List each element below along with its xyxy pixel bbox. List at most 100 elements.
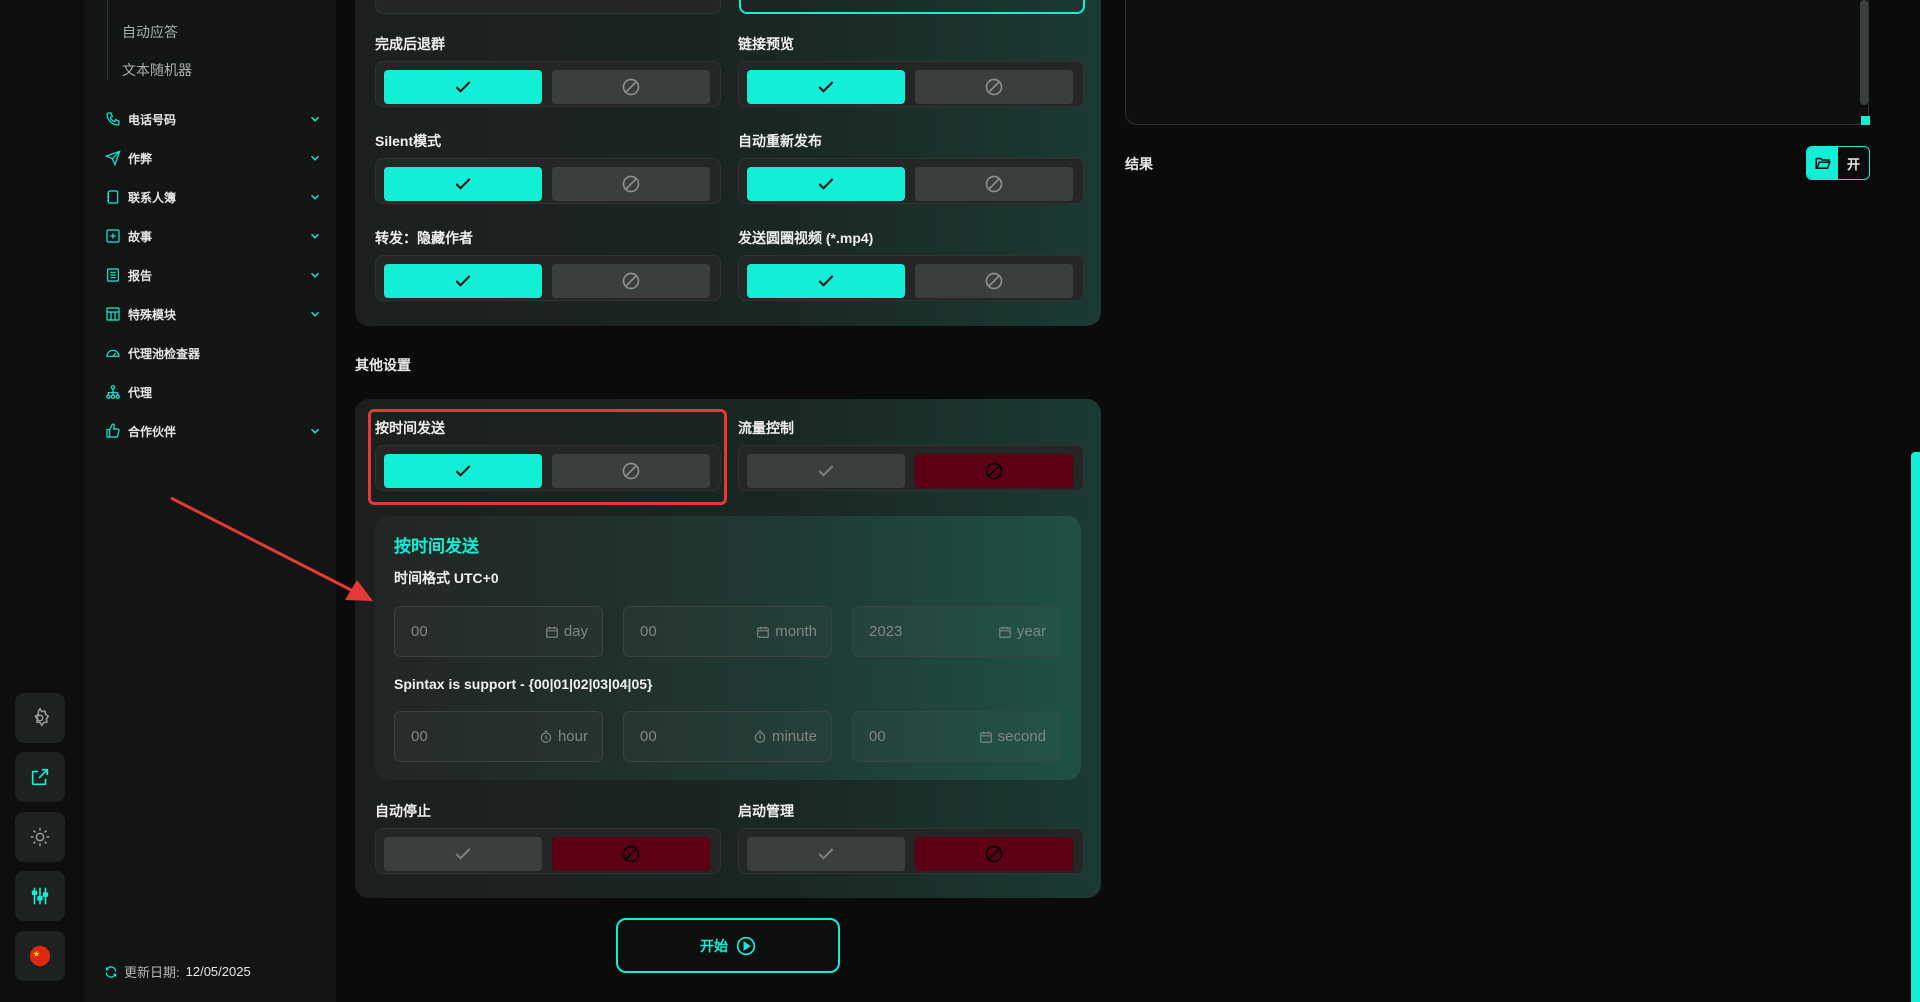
link-preview-label: 链接预览 [738,36,794,52]
sliders-button[interactable] [15,871,65,921]
minute-field[interactable]: 00 minute [623,711,832,762]
link-preview-yes[interactable] [747,70,905,104]
traffic-control-yes[interactable] [747,454,905,488]
folder-open-icon [1807,147,1838,179]
check-icon [455,848,471,860]
ban-icon [985,845,1003,863]
page-scrollbar[interactable] [1911,452,1920,1002]
launch-management-toggle [738,828,1084,874]
auto-republish-yes[interactable] [747,167,905,201]
calendar-icon [998,626,1011,638]
ban-icon [622,845,640,863]
sidebar-item-proxy-checker[interactable]: 代理池检查器 [104,341,322,365]
send-round-video-label: 发送圆圈视频 (*.mp4) [738,230,874,246]
sidebar-subitem-text-randomizer[interactable]: 文本随机器 [122,60,192,80]
leave-group-no[interactable] [552,70,710,104]
forward-hide-author-no[interactable] [552,264,710,298]
sidebar-item-label: 代理 [128,385,153,400]
sidebar-item-label: 代理池检查器 [128,346,201,361]
theme-button[interactable] [15,812,65,862]
ban-icon [622,175,640,193]
month-value: 00 [640,623,657,640]
second-field[interactable]: 00 second [852,711,1061,762]
option-button-partial[interactable] [739,0,1085,14]
auto-republish-toggle [738,158,1084,204]
forward-hide-author-toggle [375,255,721,301]
minute-unit: minute [771,728,817,745]
chevron-down-icon [311,233,319,239]
leave-group-yes[interactable] [384,70,542,104]
leave-group-label: 完成后退群 [375,36,445,52]
start-button[interactable]: 开始 [616,918,840,973]
check-icon [818,178,834,190]
launch-management-yes[interactable] [747,837,905,871]
message-textarea[interactable] [1125,0,1869,125]
sidebar-item-label: 合作伙伴 [128,424,177,439]
highlight-box [368,409,727,505]
sidebar-item-label: 特殊模块 [128,307,177,322]
calendar-icon [979,731,992,743]
sidebar-item-reports[interactable]: 报告 [104,263,322,287]
refresh-icon [105,965,117,978]
result-toggle[interactable]: 开 [1806,146,1870,180]
settings-icon [34,707,50,727]
thumbs-up-icon [104,422,122,440]
launch-management-label: 启动管理 [738,803,794,819]
chevron-down-icon [311,428,319,434]
sidebar-subitem-auto-reply[interactable]: 自动应答 [122,22,178,42]
module-icon [104,305,122,323]
start-button-label: 开始 [700,937,728,954]
sidebar-item-label: 联系人簿 [128,190,177,205]
settings-button[interactable] [15,693,65,743]
gauge-icon [104,344,122,362]
hour-value: 00 [411,728,428,745]
traffic-control-no[interactable] [915,454,1073,488]
update-label: 更新日期: [124,965,180,980]
sidebar-item-partners[interactable]: 合作伙伴 [104,419,322,443]
silent-mode-yes[interactable] [384,167,542,201]
update-date: 更新日期: 12/05/2025 [104,962,251,981]
year-value: 2023 [869,623,903,640]
minute-value: 00 [640,728,657,745]
sidebar-item-stories[interactable]: 故事 [104,224,322,248]
ban-icon [622,272,640,290]
auto-stop-no[interactable] [552,837,710,871]
hour-field[interactable]: 00 hour [394,711,603,762]
year-field[interactable]: 2023 year [852,606,1061,657]
send-round-video-no[interactable] [915,264,1073,298]
ban-icon [985,462,1003,480]
month-field[interactable]: 00 month [623,606,832,657]
ban-icon [622,78,640,96]
check-icon [455,81,471,93]
sidebar-item-special-modules[interactable]: 特殊模块 [104,302,322,326]
update-value: 12/05/2025 [185,964,251,979]
language-button[interactable] [15,931,65,981]
link-preview-toggle [738,61,1084,107]
sidebar-item-phone-numbers[interactable]: 电话号码 [104,107,322,131]
result-label: 结果 [1125,156,1153,172]
schedule-panel: 按时间发送 时间格式 UTC+0 00 day 00 month 2023 ye… [375,516,1081,780]
forward-hide-author-label: 转发：隐藏作者 [375,230,473,246]
month-unit: month [775,623,817,640]
send-round-video-yes[interactable] [747,264,905,298]
launch-management-no[interactable] [915,837,1073,871]
contacts-icon [104,188,122,206]
link-preview-no[interactable] [915,70,1073,104]
result-toggle-label: 开 [1846,156,1860,172]
textarea-resize-handle[interactable] [1861,116,1870,125]
auto-republish-no[interactable] [915,167,1073,201]
traffic-control-label: 流量控制 [738,420,794,436]
auto-stop-yes[interactable] [384,837,542,871]
day-field[interactable]: 00 day [394,606,603,657]
forward-hide-author-yes[interactable] [384,264,542,298]
hour-unit: hour [557,728,588,745]
sidebar-item-proxy[interactable]: 代理 [104,380,322,404]
external-link-button[interactable] [15,752,65,802]
story-plus-icon [104,227,122,245]
silent-mode-no[interactable] [552,167,710,201]
sidebar-item-cheat[interactable]: 作弊 [104,146,322,170]
sidebar-item-contacts[interactable]: 联系人簿 [104,185,322,209]
chevron-down-icon [311,194,319,200]
textarea-scrollbar[interactable] [1860,0,1868,105]
auto-stop-toggle [375,828,721,874]
